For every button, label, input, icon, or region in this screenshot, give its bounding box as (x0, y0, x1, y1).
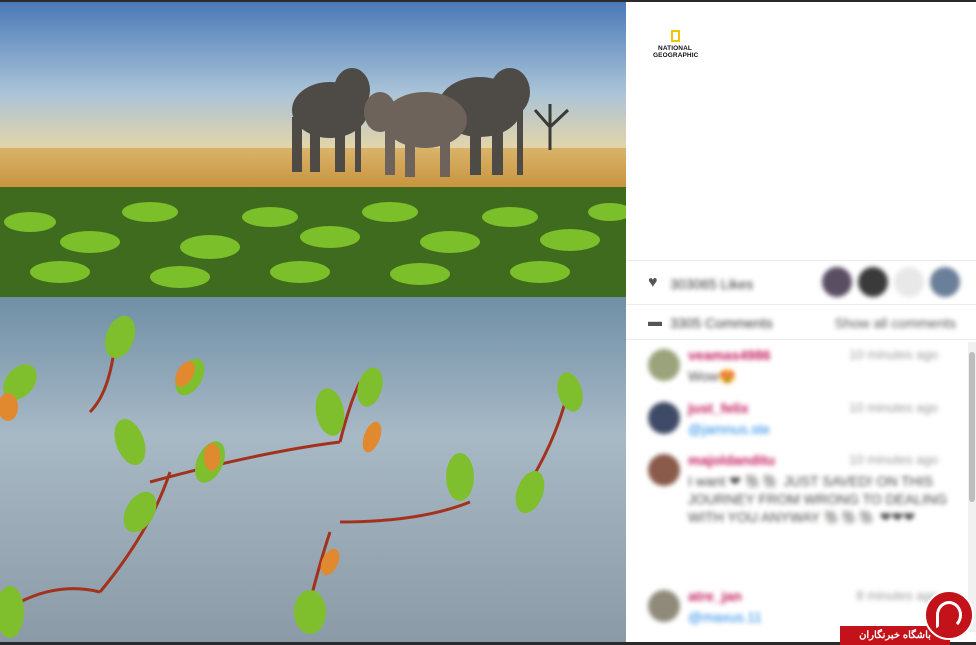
avatar[interactable] (648, 349, 680, 381)
comment-user[interactable]: atre_jan (688, 588, 742, 604)
avatar[interactable] (648, 402, 680, 434)
post-viewer: NATIONAL GEOGRAPHIC ♥ 303065 Likes ▬ 330… (0, 0, 976, 645)
comment-text: Wow😍 (688, 368, 737, 384)
avatar[interactable] (858, 267, 888, 297)
comments-count: 3305 Comments (670, 315, 773, 331)
likes-count[interactable]: 303065 Likes (670, 276, 753, 292)
comment-mention[interactable]: @jamnus.ste (688, 420, 948, 438)
comment-user[interactable]: veamas4986 (688, 347, 771, 363)
yellow-frame-icon (670, 30, 680, 42)
comment-time: 10 minutes ago (849, 400, 938, 415)
watermark-logo-icon (924, 590, 974, 640)
comments-scrollbar[interactable] (968, 342, 976, 632)
avatar[interactable] (822, 267, 852, 297)
show-all-comments-link[interactable]: Show all comments (835, 315, 956, 331)
scrollbar-thumb[interactable] (969, 352, 975, 502)
comments-row: ▬ 3305 Comments Show all comments (626, 304, 976, 340)
avatar[interactable] (894, 267, 924, 297)
comment-text: I want ❤ 🐘🐘 JUST SAVED! ON THIS JOURNEY … (688, 473, 948, 525)
comment-user[interactable]: just_felix (688, 400, 749, 416)
comment-item: majoldanditu 10 minutes ago I want ❤ 🐘🐘 … (648, 452, 948, 582)
watermark-mark-icon (936, 601, 962, 629)
post-photo[interactable] (0, 2, 626, 642)
avatar[interactable] (648, 590, 680, 622)
comment-icon: ▬ (648, 313, 662, 329)
post-sidebar: NATIONAL GEOGRAPHIC ♥ 303065 Likes ▬ 330… (626, 2, 976, 642)
nat-geo-logo[interactable]: NATIONAL GEOGRAPHIC (653, 30, 699, 59)
avatar[interactable] (648, 454, 680, 486)
comment-time: 10 minutes ago (849, 347, 938, 362)
elephant-photo (0, 2, 626, 642)
avatar[interactable] (930, 267, 960, 297)
logo-line-1: NATIONAL (658, 45, 692, 52)
comment-user[interactable]: majoldanditu (688, 452, 775, 468)
watermark-badge: باشگاه خبرنگاران (840, 590, 976, 645)
heart-icon[interactable]: ♥ (648, 274, 658, 292)
comment-time: 10 minutes ago (849, 452, 938, 467)
likes-row: ♥ 303065 Likes (626, 260, 976, 305)
liker-avatars (822, 267, 960, 297)
logo-line-2: GEOGRAPHIC (653, 52, 699, 59)
